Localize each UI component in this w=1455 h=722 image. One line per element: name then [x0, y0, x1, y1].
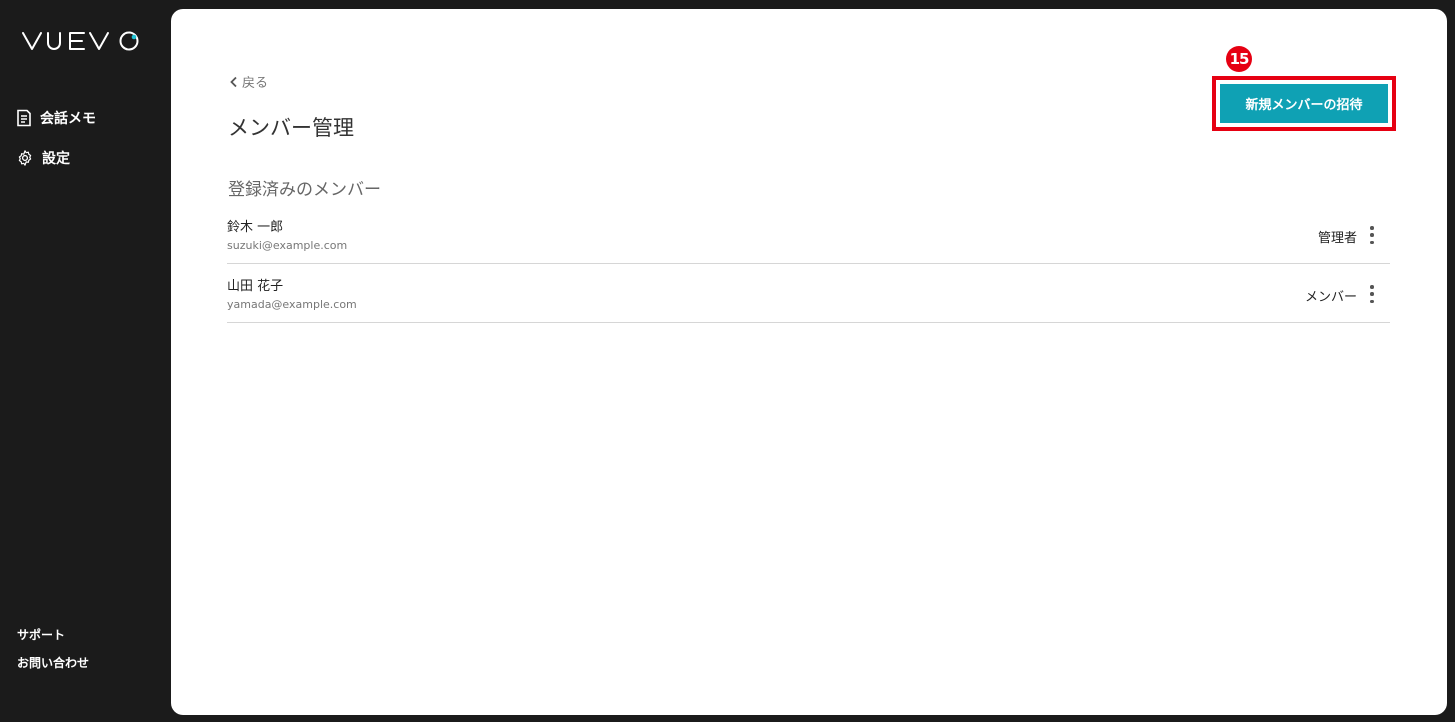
page-title: メンバー管理 — [228, 116, 354, 140]
annotation-badge: 15 — [1226, 46, 1252, 72]
chevron-left-icon — [230, 76, 237, 87]
main-panel: 戻る メンバー管理 登録済みのメンバー 15 新規メンバーの招待 鈴木 一郎 s… — [171, 9, 1447, 715]
vuevo-logo-icon — [22, 31, 139, 51]
back-link[interactable]: 戻る — [228, 72, 268, 91]
section-title: 登録済みのメンバー — [228, 180, 381, 200]
sidebar-item-memo-label: 会話メモ — [40, 111, 96, 127]
member-email: suzuki@example.com — [227, 239, 348, 252]
member-role: 管理者 — [1317, 231, 1357, 246]
more-vertical-icon[interactable] — [1368, 226, 1376, 244]
sidebar-item-settings[interactable]: 設定 — [16, 147, 70, 169]
invite-member-button[interactable]: 新規メンバーの招待 — [1220, 84, 1388, 123]
gear-icon — [18, 150, 32, 166]
sidebar: 会話メモ 設定 サポート お問い合わせ — [0, 0, 171, 722]
contact-link[interactable]: お問い合わせ — [17, 654, 89, 671]
member-name: 山田 花子 — [227, 279, 284, 294]
sidebar-item-memo[interactable]: 会話メモ — [16, 107, 96, 129]
support-link[interactable]: サポート — [17, 626, 65, 643]
member-row: 山田 花子 yamada@example.com メンバー — [227, 264, 1390, 323]
vuevo-logo[interactable] — [22, 28, 142, 58]
memo-icon — [17, 109, 31, 127]
member-email: yamada@example.com — [227, 298, 357, 311]
member-name: 鈴木 一郎 — [227, 220, 284, 235]
member-list: 鈴木 一郎 suzuki@example.com 管理者 山田 花子 yamad… — [227, 205, 1390, 323]
member-role: メンバー — [1304, 290, 1357, 305]
more-vertical-icon[interactable] — [1368, 285, 1376, 303]
invite-button-highlight: 新規メンバーの招待 — [1212, 76, 1396, 131]
back-label: 戻る — [242, 76, 269, 91]
sidebar-item-settings-label: 設定 — [42, 151, 70, 167]
member-row: 鈴木 一郎 suzuki@example.com 管理者 — [227, 205, 1390, 264]
